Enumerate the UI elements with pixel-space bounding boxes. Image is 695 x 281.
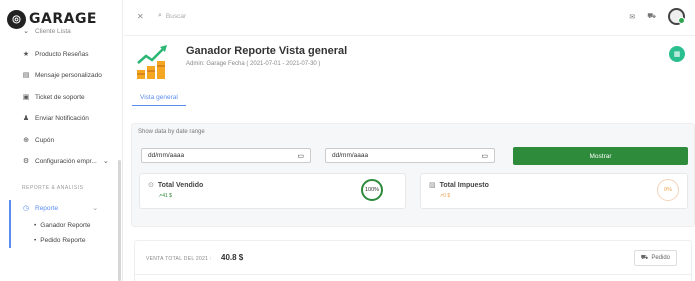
sidebar-item-label: Producto Reseñas — [35, 50, 89, 58]
mostrar-button[interactable]: Mostrar — [513, 147, 688, 165]
date-placeholder: dd/mm/aaaa — [148, 152, 185, 159]
trending-chart-icon — [137, 45, 167, 79]
sidebar-item-configuracion[interactable]: ⚙ Configuración empr... ⌄ — [22, 157, 110, 166]
sidebar-item-cupon[interactable]: ⊕ Cupón — [22, 136, 55, 145]
receipt-icon: ▨ — [429, 182, 436, 189]
stat-value: ↗41 $ — [158, 193, 172, 199]
sidebar-subitem-pedido-reporte[interactable]: • Pedido Reporte — [34, 237, 85, 244]
sidebar-item-cliente-lista[interactable]: ⌄ Cliente Lista — [22, 27, 71, 36]
ticket-icon: ▣ — [22, 94, 30, 101]
end-date-input[interactable]: dd/mm/aaaa ▭ — [325, 148, 495, 163]
filter-label: Show data by date range — [138, 129, 205, 135]
chevron-down-icon: ⌄ — [23, 28, 29, 35]
cart-icon: ⛟ — [640, 255, 649, 261]
mail-icon[interactable]: ✉ — [629, 13, 635, 21]
page-header: Ganador Reporte Vista general Admin: Gar… — [124, 36, 695, 120]
page-subtitle: Admin: Garage Fecha ( 2021-07-01 - 2021-… — [186, 61, 321, 67]
sidebar-item-label: Mensaje personalizado — [35, 71, 102, 79]
date-placeholder: dd/mm/aaaa — [332, 152, 369, 159]
total-vendido-card: ⊙ Total Vendido ↗41 $ 100% — [139, 173, 406, 209]
sidebar-item-label: Pedido Reporte — [40, 237, 86, 244]
stat-title-text: Total Impuesto — [439, 181, 489, 189]
close-icon[interactable]: ✕ — [137, 12, 144, 21]
logo-text: GARAGE — [29, 11, 97, 27]
total-impuesto-card: ▨ Total Impuesto ↗0 $ 0% — [420, 173, 688, 209]
bullet-icon: • — [34, 222, 37, 229]
total-sales-value: 40.8 $ — [221, 253, 244, 262]
sidebar-item-label: Cliente Lista — [35, 27, 71, 35]
search-placeholder: Buscar — [165, 12, 187, 20]
stat-title-text: Total Vendido — [157, 181, 204, 189]
divider — [135, 274, 691, 275]
search-icon: ⌕ — [158, 12, 162, 19]
sidebar-item-label: Ticket de soporte — [35, 93, 85, 101]
start-date-input[interactable]: dd/mm/aaaa ▭ — [141, 148, 311, 163]
topbar: ✕ ⌕ Buscar ✉ ⛟ — [124, 0, 695, 36]
pedido-button[interactable]: ⛟ Pedido — [633, 250, 677, 266]
sidebar-item-label: Configuración empr... — [35, 157, 97, 165]
page-title: Ganador Reporte Vista general — [186, 45, 348, 57]
sidebar-subitem-ganador-reporte[interactable]: • Ganador Reporte — [34, 222, 91, 229]
avatar[interactable] — [668, 8, 685, 25]
calendar-icon[interactable]: ▭ — [481, 152, 488, 160]
sidebar-item-ticket-soporte[interactable]: ▣ Ticket de soporte — [22, 93, 85, 102]
progress-ring: 0% — [657, 179, 679, 201]
message-icon: ▤ — [22, 72, 30, 79]
chevron-down-icon: ⌄ — [102, 158, 109, 165]
stat-title: ▨ Total Impuesto — [429, 181, 489, 190]
sidebar-item-label: Enviar Notificación — [35, 114, 89, 122]
clock-icon: ◷ — [22, 205, 30, 212]
stat-title: ⊙ Total Vendido — [148, 181, 204, 190]
dollar-circle-icon: ⊙ — [148, 182, 154, 189]
sidebar-item-label: Reporte — [35, 204, 59, 212]
cart-icon[interactable]: ⛟ — [647, 12, 656, 21]
sidebar-item-label: Ganador Reporte — [40, 222, 91, 229]
sidebar-item-mensaje-personalizado[interactable]: ▤ Mensaje personalizado — [22, 71, 102, 80]
search-input[interactable]: ⌕ Buscar — [158, 12, 186, 20]
sidebar-item-enviar-notificacion[interactable]: ♟ Enviar Notificación — [22, 114, 89, 123]
gear-icon: ⚙ — [22, 158, 30, 165]
gift-icon: ⊕ — [23, 137, 29, 144]
pedido-button-label: Pedido — [651, 255, 670, 261]
sidebar-scrollbar[interactable] — [118, 160, 121, 281]
stat-value: ↗0 $ — [439, 193, 451, 199]
bell-icon: ♟ — [22, 115, 30, 122]
logo-icon: ◎ — [7, 9, 26, 29]
sidebar: ◎ GARAGE ⌄ Cliente Lista ★ Producto Rese… — [0, 0, 123, 281]
calendar-icon[interactable]: ▭ — [297, 152, 304, 160]
total-sales-label: VENTA TOTAL DEL 2021 : — [146, 256, 212, 262]
chevron-down-icon: ⌄ — [92, 205, 99, 212]
progress-ring: 100% — [361, 179, 383, 201]
tab-vista-general[interactable]: Vista general — [132, 90, 186, 106]
topbar-actions: ✉ ⛟ — [629, 8, 685, 25]
section-label: REPORTE & ANALISIS — [22, 185, 84, 191]
bullet-icon: • — [34, 237, 37, 244]
date-filter-card: Show data by date range dd/mm/aaaa ▭ dd/… — [131, 123, 695, 227]
sidebar-item-producto-resenas[interactable]: ★ Producto Reseñas — [22, 50, 89, 59]
building-icon-button[interactable]: ▦ — [669, 46, 685, 62]
annual-sales-card: VENTA TOTAL DEL 2021 : 40.8 $ ⛟ Pedido — [134, 240, 692, 281]
garage-logo[interactable]: ◎ GARAGE — [7, 9, 97, 29]
active-indicator — [9, 200, 11, 248]
sidebar-item-label: Cupón — [35, 136, 55, 144]
star-icon: ★ — [22, 51, 30, 58]
sidebar-item-reporte[interactable]: ◷ Reporte ⌄ — [22, 204, 99, 213]
